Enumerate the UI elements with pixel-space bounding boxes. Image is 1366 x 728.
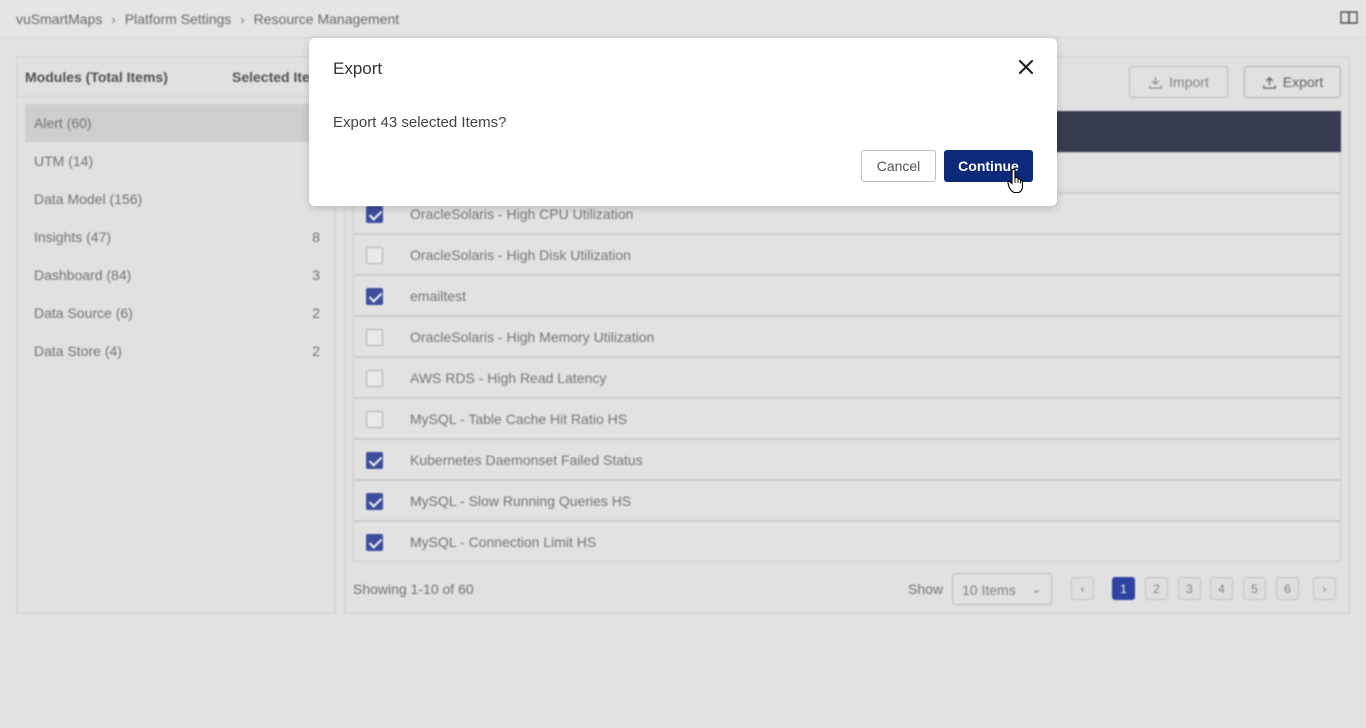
- export-dialog: Export Export 43 selected Items? Cancel …: [309, 38, 1057, 206]
- close-icon[interactable]: [1017, 58, 1035, 76]
- hand-cursor-icon: [1007, 168, 1023, 194]
- cancel-button[interactable]: Cancel: [861, 150, 936, 182]
- dialog-title: Export: [333, 59, 383, 78]
- dialog-message: Export 43 selected Items?: [333, 114, 507, 131]
